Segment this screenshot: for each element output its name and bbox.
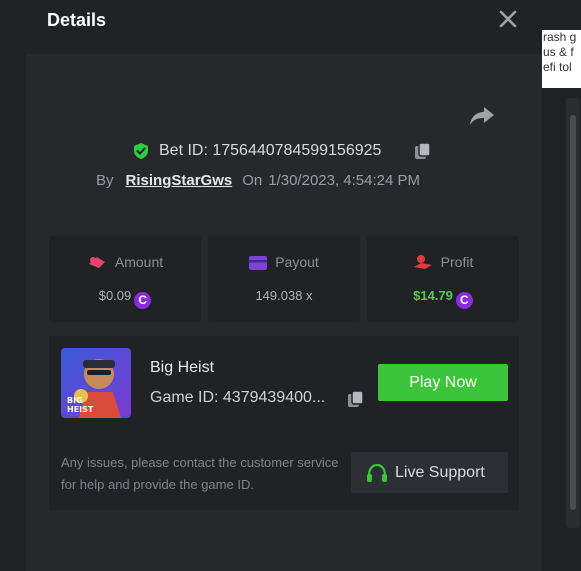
profit-icon: [413, 255, 432, 269]
profit-value-row: $14.79 C: [367, 288, 519, 309]
payout-value-row: 149.038 x: [208, 288, 360, 303]
game-thumbnail-art: BIG HEIST: [61, 348, 131, 418]
coin-icon: C: [134, 292, 152, 309]
copy-icon[interactable]: [414, 142, 432, 160]
amount-label: Amount: [114, 254, 164, 270]
amount-label-row: Amount: [49, 254, 201, 270]
profit-label-row: Profit: [367, 254, 519, 270]
profit-value: $14.79: [413, 288, 453, 303]
background-page-right: rash g us & f efi tol: [542, 0, 581, 571]
play-now-button[interactable]: Play Now: [378, 364, 508, 401]
close-icon[interactable]: [497, 8, 519, 30]
game-card: BIG HEIST Big Heist Game ID: 4379439400.…: [49, 336, 519, 510]
payout-label-row: Payout: [208, 254, 360, 270]
peek-line: us & f: [543, 45, 574, 59]
by-label: By: [96, 172, 114, 189]
background-page-left: [0, 0, 26, 571]
modal-title: Details: [47, 10, 107, 30]
amount-value-row: $0.09 C: [49, 288, 201, 309]
amount-value: $0.09: [98, 288, 132, 303]
scrollbar-thumb[interactable]: [570, 115, 576, 510]
stat-amount: Amount $0.09 C: [49, 236, 201, 322]
game-name: Big Heist: [150, 359, 215, 376]
payout-card-icon: [249, 256, 268, 270]
background-text-peek: rash g us & f efi tol: [542, 30, 581, 88]
stat-profit: Profit $14.79 C: [367, 236, 519, 322]
details-modal: Details Bet ID: 1756440784599156925 By Ri…: [26, 0, 542, 571]
payout-label: Payout: [275, 254, 319, 270]
svg-text:HEIST: HEIST: [67, 405, 94, 414]
modal-header: Details: [26, 0, 542, 54]
coin-icon: C: [455, 292, 473, 309]
shield-check-icon: [134, 143, 148, 159]
profit-label: Profit: [440, 254, 474, 270]
on-label: On: [242, 172, 263, 189]
stat-payout: Payout 149.038 x: [208, 236, 360, 322]
amount-icon: [88, 257, 105, 268]
username-link[interactable]: RisingStarGws: [126, 172, 233, 189]
headset-icon: [367, 463, 387, 482]
payout-value: 149.038 x: [255, 288, 313, 303]
bet-id-row: Bet ID: 1756440784599156925: [26, 140, 542, 162]
peek-line: rash g: [543, 30, 577, 44]
live-support-button[interactable]: Live Support: [351, 452, 508, 493]
live-support-label: Live Support: [395, 464, 485, 481]
copy-icon[interactable]: [347, 390, 365, 408]
bet-stats: Amount $0.09 C Payout 149.038 x Profit $…: [49, 236, 519, 322]
help-text: Any issues, please contact the customer …: [61, 455, 339, 492]
share-icon[interactable]: [469, 104, 495, 128]
bet-id-text: Bet ID: 1756440784599156925: [159, 142, 382, 159]
peek-line: efi tol: [543, 60, 572, 74]
svg-text:BIG: BIG: [67, 396, 83, 405]
game-id: Game ID: 4379439400...: [150, 389, 326, 406]
bet-author-row: By RisingStarGws On 1/30/2023, 4:54:24 PM: [96, 172, 420, 189]
bet-datetime: 1/30/2023, 4:54:24 PM: [268, 172, 421, 189]
game-thumbnail[interactable]: BIG HEIST: [61, 348, 131, 418]
